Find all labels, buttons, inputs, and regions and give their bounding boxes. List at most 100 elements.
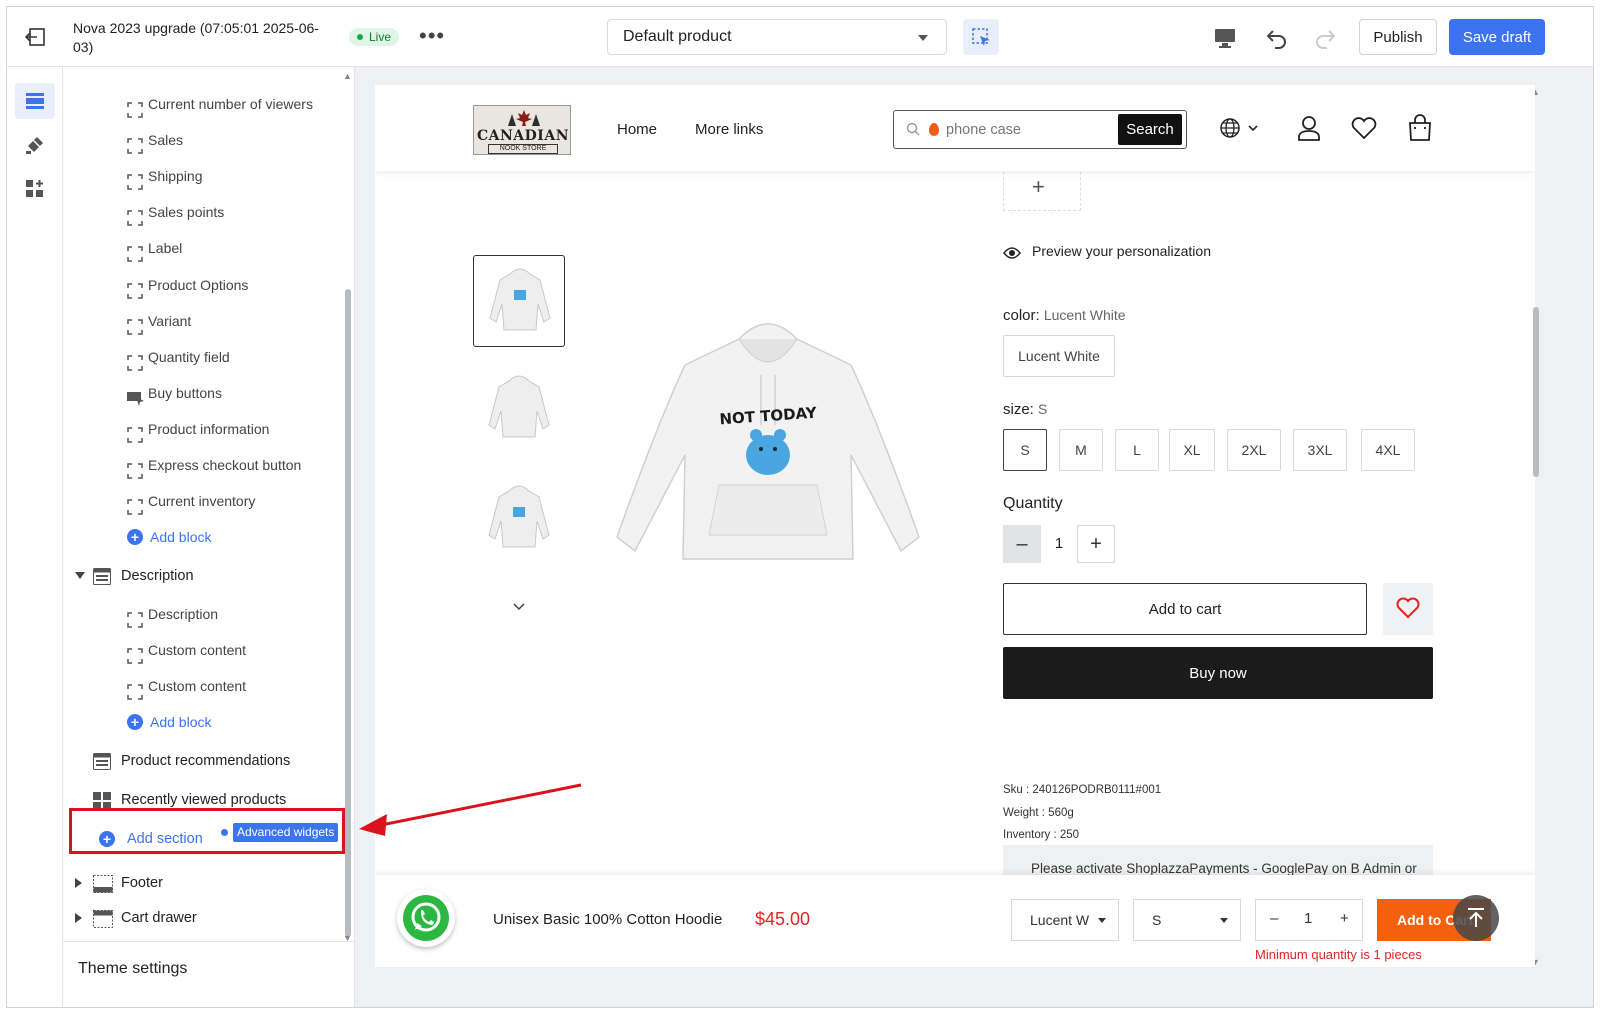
sticky-qty-minus[interactable]: – [1270, 910, 1278, 927]
block-item[interactable]: Product information [63, 412, 353, 446]
cart-bag-icon[interactable] [1407, 113, 1433, 141]
whatsapp-button[interactable] [397, 889, 455, 947]
size-option[interactable]: L [1115, 429, 1159, 471]
block-item[interactable]: Variant [63, 304, 353, 338]
add-block-button[interactable]: + Add block [63, 520, 353, 554]
desktop-icon[interactable] [1213, 27, 1237, 49]
redo-icon[interactable] [1313, 27, 1337, 49]
size-option[interactable]: 4XL [1361, 429, 1415, 471]
preview-area: CANADIAN NOOK STORE Home More links phon… [355, 67, 1593, 1007]
sticky-color-value: Lucent W [1030, 912, 1090, 928]
chevron-down-icon[interactable] [513, 603, 525, 611]
sticky-size-select[interactable]: S [1133, 899, 1241, 941]
block-item-label: Custom content [148, 642, 247, 658]
rail-theme-styles-button[interactable] [15, 127, 55, 163]
section-footer[interactable]: Footer [63, 866, 353, 900]
heart-icon [1396, 597, 1420, 619]
product-thumbnail[interactable] [473, 255, 565, 347]
undo-icon[interactable] [1265, 27, 1289, 49]
block-item[interactable]: Custom content [63, 669, 353, 703]
store-logo[interactable]: CANADIAN NOOK STORE [473, 105, 571, 155]
color-option[interactable]: Lucent White [1003, 335, 1115, 377]
block-item[interactable]: Product Options [63, 268, 353, 302]
block-item[interactable]: Custom content [63, 633, 353, 667]
size-option[interactable]: M [1059, 429, 1103, 471]
quantity-value[interactable]: 1 [1041, 525, 1077, 563]
section-product-recommendations[interactable]: Product recommendations [63, 744, 353, 778]
rail-sections-button[interactable] [15, 83, 55, 119]
element-picker-button[interactable] [963, 19, 999, 55]
product-main-image[interactable]: NOT TODAY [611, 315, 925, 570]
section-description[interactable]: Description [63, 559, 353, 593]
sticky-color-select[interactable]: Lucent W [1011, 899, 1119, 941]
block-item-label: Description [148, 606, 219, 622]
back-to-top-button[interactable] [1453, 895, 1499, 941]
block-item[interactable]: Shipping [63, 159, 353, 193]
advanced-widgets-badge[interactable]: Advanced widgets [233, 823, 339, 842]
sidebar-scrollbar[interactable] [345, 289, 351, 937]
rail-apps-button[interactable] [15, 171, 55, 207]
size-label-row: size: S [1003, 401, 1047, 418]
wishlist-icon[interactable] [1351, 117, 1377, 139]
preview-personalization-link[interactable]: Preview your personalization [1032, 243, 1211, 259]
caret-right-icon [75, 878, 82, 888]
exit-icon[interactable] [25, 27, 47, 47]
block-item-label: Sales points [148, 204, 225, 221]
sections-icon [26, 93, 44, 109]
size-option[interactable]: 2XL [1227, 429, 1281, 471]
quantity-decrease-button[interactable]: – [1003, 525, 1041, 563]
block-item[interactable]: Express checkout button [63, 448, 353, 482]
nav-home[interactable]: Home [617, 121, 657, 138]
sticky-quantity-stepper[interactable]: – 1 + [1255, 899, 1363, 941]
search-box[interactable]: phone case Search [893, 110, 1187, 149]
publish-button[interactable]: Publish [1359, 19, 1437, 55]
wishlist-button[interactable] [1383, 583, 1433, 635]
save-draft-button[interactable]: Save draft [1449, 19, 1545, 55]
section-cart-drawer[interactable]: Cart drawer [63, 901, 353, 935]
sticky-size-value: S [1152, 912, 1162, 928]
block-item[interactable]: Label [63, 231, 353, 265]
arrow-up-icon [1468, 908, 1484, 927]
size-option[interactable]: XL [1169, 429, 1215, 471]
preview-scrollbar[interactable] [1533, 307, 1539, 477]
block-item-label: Custom content [148, 678, 247, 694]
size-option[interactable]: S [1003, 429, 1047, 471]
block-item[interactable]: Current number of viewers [63, 87, 353, 121]
globe-icon[interactable] [1219, 117, 1261, 139]
template-select[interactable]: Default product [607, 19, 947, 55]
more-icon[interactable]: ••• [419, 23, 445, 49]
theme-settings-button[interactable]: Theme settings [63, 941, 354, 1007]
quantity-increase-button[interactable]: + [1077, 525, 1115, 563]
sticky-qty-plus[interactable]: + [1340, 910, 1349, 927]
add-block-button-2[interactable]: + Add block [63, 705, 353, 739]
chevron-down-icon [918, 35, 928, 41]
sticky-add-to-cart-bar: Unisex Basic 100% Cotton Hoodie $45.00 L… [375, 875, 1535, 967]
nav-more-links[interactable]: More links [695, 121, 763, 138]
block-item-label: Buy buttons [148, 384, 222, 401]
size-option[interactable]: 3XL [1293, 429, 1347, 471]
block-item[interactable]: Sales [63, 123, 353, 157]
block-item-label: Label [148, 240, 183, 257]
search-input[interactable]: phone case [946, 122, 1021, 138]
top-bar: Nova 2023 upgrade (07:05:01 2025-06-03) … [7, 7, 1593, 67]
weight-text: Weight : 560g [1003, 807, 1074, 819]
block-item[interactable]: Quantity field [63, 340, 353, 374]
section-recommendations-label: Product recommendations [121, 753, 291, 769]
product-thumbnail[interactable] [473, 473, 565, 565]
theme-settings-label: Theme settings [78, 960, 188, 977]
search-button[interactable]: Search [1118, 114, 1182, 145]
caret-right-icon [75, 913, 82, 923]
add-to-cart-button[interactable]: Add to cart [1003, 583, 1367, 635]
tool-rail [7, 67, 63, 1007]
account-icon[interactable] [1297, 115, 1321, 141]
theme-title: Nova 2023 upgrade (07:05:01 2025-06-03) [73, 20, 319, 55]
fire-icon [929, 123, 939, 136]
block-item[interactable]: Current inventory [63, 484, 353, 518]
block-item[interactable]: Description [63, 597, 353, 631]
block-item[interactable]: Buy buttons [63, 376, 353, 410]
block-item[interactable]: Sales points [63, 195, 353, 229]
product-thumbnail[interactable] [473, 363, 565, 455]
sticky-qty-value[interactable]: 1 [1304, 910, 1312, 927]
buy-now-button[interactable]: Buy now [1003, 647, 1433, 699]
scroll-up-arrow[interactable]: ▲ [343, 71, 352, 81]
